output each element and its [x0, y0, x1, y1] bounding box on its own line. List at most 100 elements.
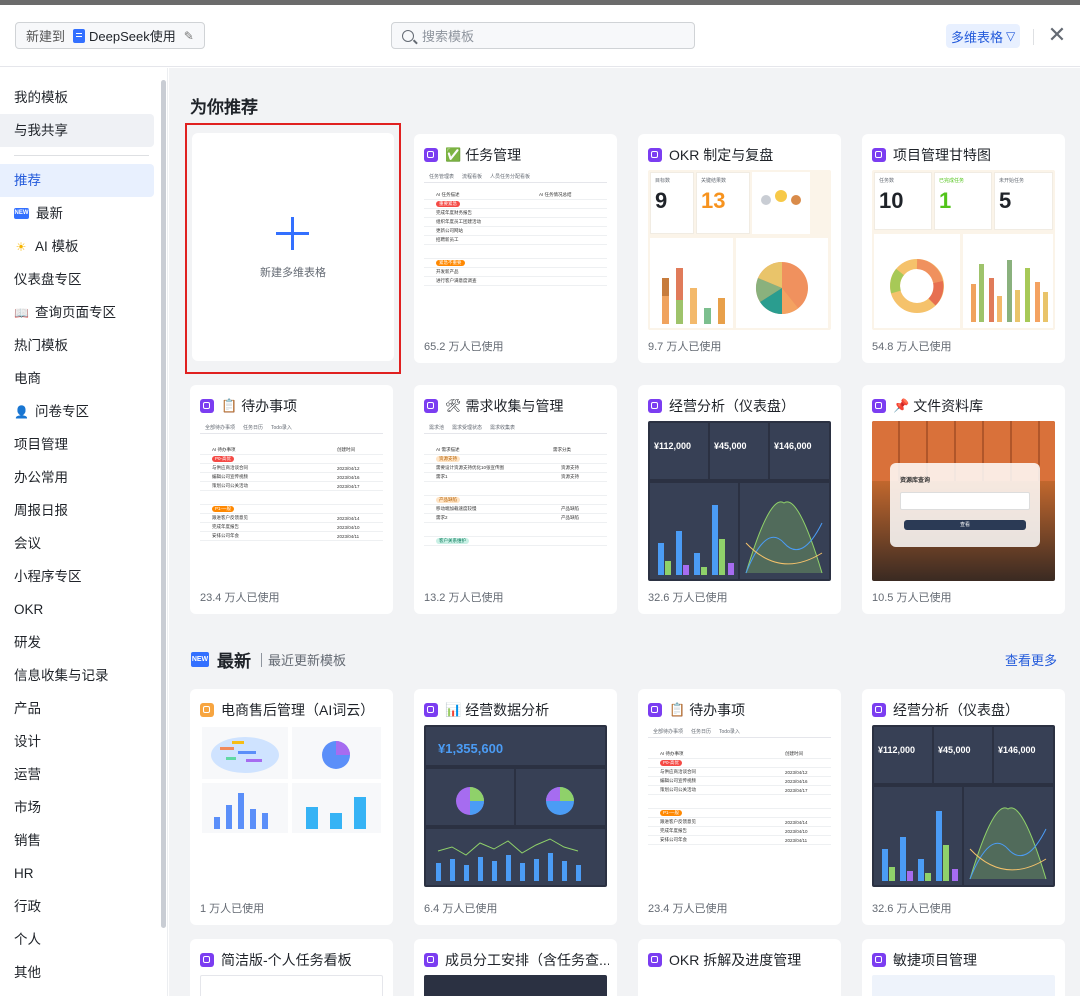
usage-count: 23.4 万人已使用: [200, 592, 280, 604]
preview-pill: P1-一般: [212, 506, 235, 512]
card-title: 经营分析（仪表盘）: [648, 396, 833, 416]
new-location-selector[interactable]: 新建到 DeepSeek使用 ✎: [15, 22, 205, 49]
template-card-dashboard-2[interactable]: 经营分析（仪表盘） ¥112,000 ¥45,000 ¥146,000 32.6…: [862, 689, 1065, 925]
template-card-library[interactable]: 📌 文件资料库 资源库查询 查看 10.5 万人已使用: [862, 385, 1065, 614]
filter-button[interactable]: 多维表格 ▽: [946, 24, 1021, 48]
template-card-ecommerce[interactable]: 电商售后管理（AI词云） 1 万人已使用: [190, 689, 393, 925]
template-card-bizdata[interactable]: 📊 经营数据分析 ¥1,355,600 6.4 万人已使用: [414, 689, 617, 925]
template-card-task[interactable]: ✅ 任务管理 任务管理表 流程看板 人员任务分配看板 AI 任务描述 AI 任务情况总结…: [414, 134, 617, 363]
sidebar-item-17[interactable]: 设计: [0, 725, 154, 758]
sidebar-item-3[interactable]: 仪表盘专区: [0, 263, 154, 296]
table-cell: 2023/04/12: [785, 769, 808, 775]
sidebar-item-10[interactable]: 周报日报: [0, 494, 154, 527]
sidebar-item-label: AI 模板: [35, 239, 79, 254]
card-preview: 全部待办事项 任务日历 Todo录入 AI 待办事项 创建时间 P0-高优 与供应商洽…: [200, 421, 383, 581]
sidebar-item-shared[interactable]: 与我共享: [0, 114, 154, 147]
sidebar-item-16[interactable]: 产品: [0, 692, 154, 725]
preview-tab: 流程看板: [462, 174, 483, 180]
table-cell: 与供应商洽谈合同: [212, 465, 248, 470]
sidebar-item-label: 个人: [14, 932, 41, 947]
usage-count: 32.6 万人已使用: [872, 903, 952, 915]
edit-icon[interactable]: ✎: [184, 29, 194, 43]
view-more-link[interactable]: 查看更多: [1005, 650, 1057, 669]
template-card-requirements[interactable]: 🛠 需求收集与管理 需求池 需求受理状态 需求收集表 AI 需求描述 需求分类 资源支持…: [414, 385, 617, 614]
table-row: 需求2 产品缺陷: [424, 514, 607, 523]
card-title: 项目管理甘特图: [872, 145, 1057, 165]
card-title: ✅ 任务管理: [424, 145, 609, 165]
preview-rows: 与供应商洽谈合同 2023/04/12 编辑公司宣传视频 2023/04/16 策划公司…: [200, 464, 383, 491]
table-cell: 开发新产品: [436, 269, 459, 274]
card-title: 简洁版-个人任务看板: [200, 950, 385, 970]
template-card-okr[interactable]: OKR 制定与复盘 目标数 9 关键结果数 13 9.7 万人已使用: [638, 134, 841, 363]
template-card-dashboard[interactable]: 经营分析（仪表盘） ¥112,000 ¥45,000 ¥146,000 32.6…: [638, 385, 841, 614]
sidebar-item-6[interactable]: 电商: [0, 362, 154, 395]
sidebar-item-7[interactable]: 👤 问卷专区: [0, 395, 154, 428]
table-row: 组织年度员工团建活动: [424, 218, 607, 227]
table-row: 与供应商洽谈合同 2023/04/12: [200, 464, 383, 473]
sidebar-item-1[interactable]: NEW 最新: [0, 197, 154, 230]
medal-icons: [761, 190, 801, 205]
sidebar-item-12[interactable]: 小程序专区: [0, 560, 154, 593]
template-card-agile[interactable]: 敏捷项目管理: [862, 939, 1065, 996]
sidebar-item-label: 设计: [14, 734, 41, 749]
close-icon[interactable]: ✕: [1046, 23, 1068, 47]
table-row: 移动端加载速度较慢 产品缺陷: [424, 505, 607, 514]
table-cell: 跟进客户反馈意见: [660, 819, 696, 824]
card-title: 📊 经营数据分析: [424, 700, 609, 720]
sidebar-item-my-templates[interactable]: 我的模板: [0, 81, 154, 114]
preview-rows: 跟进客户反馈意见 2023/04/14 完成年度报告 2023/04/10 安排公司年会…: [648, 818, 831, 845]
sidebar-item-8[interactable]: 项目管理: [0, 428, 154, 461]
card-preview: 任务管理表 流程看板 人员任务分配看板 AI 任务描述 AI 任务情况总结 重要紧急 …: [424, 170, 607, 330]
card-title-text: 电商售后管理（AI词云）: [221, 702, 375, 718]
template-card-okr-progress[interactable]: OKR 拆解及进度管理: [638, 939, 841, 996]
bitable-icon: [872, 703, 886, 717]
sidebar-item-15[interactable]: 信息收集与记录: [0, 659, 154, 692]
table-cell: 2023/04/14: [785, 819, 808, 825]
table-cell: 完成年度报告: [660, 828, 687, 833]
sidebar-item-20[interactable]: 销售: [0, 824, 154, 857]
preview-tab: Todo录入: [271, 425, 292, 431]
template-card-gantt[interactable]: 项目管理甘特图 任务数 10 已完成任务 1 未开始任务 5 54.8 万人已使…: [862, 134, 1065, 363]
sidebar-item-9[interactable]: 办公常用: [0, 461, 154, 494]
stat-label: 目标数: [655, 178, 671, 184]
new-bitable-card[interactable]: 新建多维表格: [192, 133, 394, 361]
card-title: 敏捷项目管理: [872, 950, 1057, 970]
sidebar-item-5[interactable]: 热门模板: [0, 329, 154, 362]
template-card-personal-kanban[interactable]: 简洁版-个人任务看板: [190, 939, 393, 996]
preview-pill: 客户关系维护: [436, 538, 469, 544]
preview-col: 创建时间: [337, 447, 355, 452]
sidebar-item-4[interactable]: 📖 查询页面专区: [0, 296, 154, 329]
query-dialog: 资源库查询 查看: [890, 463, 1040, 547]
table-row: 需要设计资源支持优化10张宣传图 资源支持: [424, 464, 607, 473]
sidebar-scrollbar[interactable]: [161, 80, 166, 928]
template-card-todo-2[interactable]: 📋 待办事项 全部待办事项 任务日历 Todo录入 AI 待办事项 创建时间 P0-高优…: [638, 689, 841, 925]
sidebar-item-23[interactable]: 个人: [0, 923, 154, 956]
sidebar-item-21[interactable]: HR: [0, 857, 154, 890]
card-title: 📋 待办事项: [648, 700, 833, 720]
sidebar-item-2[interactable]: ☀ AI 模板: [0, 230, 154, 263]
sidebar-item-22[interactable]: 行政: [0, 890, 154, 923]
sidebar-item-18[interactable]: 运营: [0, 758, 154, 791]
stat-value: ¥112,000: [874, 727, 932, 783]
template-card-todo[interactable]: 📋 待办事项 全部待办事项 任务日历 Todo录入 AI 待办事项 创建时间 P0-高优…: [190, 385, 393, 614]
sidebar-item-24[interactable]: 其他: [0, 956, 154, 989]
preview-tab: 需求收集表: [490, 425, 516, 431]
stat-label: 未开始任务: [999, 178, 1025, 184]
sidebar-item-0[interactable]: 推荐: [0, 164, 154, 197]
template-card-member-assign[interactable]: 成员分工安排（含任务查...: [414, 939, 617, 996]
sidebar-item-13[interactable]: OKR: [0, 593, 154, 626]
table-cell: 更新公司网站: [436, 228, 463, 233]
card-preview: ¥1,355,600: [424, 725, 607, 887]
search-input[interactable]: 搜索模板: [391, 22, 695, 49]
sidebar-item-19[interactable]: 市场: [0, 791, 154, 824]
sidebar-item-14[interactable]: 研发: [0, 626, 154, 659]
preview-tab: Todo录入: [719, 729, 740, 735]
sidebar-item-label: 销售: [14, 833, 41, 848]
sidebar-item-11[interactable]: 会议: [0, 527, 154, 560]
usage-count: 32.6 万人已使用: [648, 592, 728, 604]
combo-chart: [436, 838, 581, 881]
preview-tab: 全部待办事项: [653, 729, 684, 735]
stat-label: 关键结果数: [701, 178, 727, 184]
sidebar-item-label: 与我共享: [14, 123, 68, 138]
